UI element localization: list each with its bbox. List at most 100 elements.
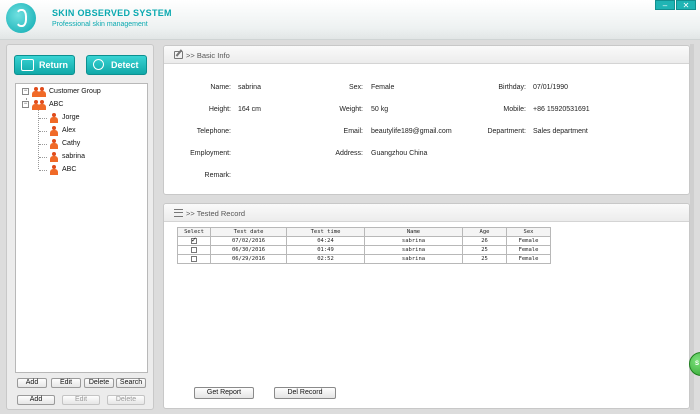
row-checkbox[interactable] <box>191 246 197 253</box>
customer-tree[interactable]: − Customer Group − ABC Jorge Alex Cathy … <box>15 83 148 373</box>
test-date-cell: 06/30/2016 <box>210 245 287 255</box>
test-time-cell: 01:49 <box>286 245 365 255</box>
person-icon <box>50 139 58 149</box>
side-tool-label: S <box>695 361 700 367</box>
mobile-label: Mobile: <box>503 106 526 113</box>
column-header-test-time[interactable]: Test time <box>286 227 365 237</box>
weight-label: Weight: <box>339 106 363 113</box>
height-value: 164 cm <box>238 106 261 113</box>
age-cell: 25 <box>462 245 507 255</box>
select-cell[interactable] <box>177 245 211 255</box>
basic-info-title: >> Basic Info <box>186 51 230 60</box>
department-value: Sales department <box>533 128 588 135</box>
mobile-value: +86 15920531691 <box>533 106 590 113</box>
tree-node-member[interactable]: Alex <box>50 125 140 137</box>
tree-node-label: Customer Group <box>49 88 101 95</box>
collapse-icon[interactable]: − <box>22 88 29 95</box>
tested-record-table: Select Test date Test time Name Age Sex … <box>177 227 551 264</box>
tree-node-label: Jorge <box>62 114 80 121</box>
sex-cell: Female <box>506 245 551 255</box>
email-label: Email: <box>343 128 363 135</box>
app-logo-icon <box>6 3 36 33</box>
select-cell[interactable] <box>177 254 211 264</box>
address-value: Guangzhou China <box>371 150 428 157</box>
tested-record-title: >> Tested Record <box>186 209 246 218</box>
return-button-label: Return <box>39 60 68 70</box>
title-bar: SKIN OBSERVED SYSTEM Professional skin m… <box>0 0 700 40</box>
tree-node-member[interactable]: Cathy <box>50 138 140 150</box>
column-header-sex[interactable]: Sex <box>506 227 551 237</box>
address-label: Address: <box>335 150 363 157</box>
list-icon <box>174 209 183 217</box>
tree-node-label: Alex <box>62 127 76 134</box>
tree-node-customer-group[interactable]: − Customer Group <box>22 86 142 98</box>
app-subtitle: Professional skin management <box>52 21 148 28</box>
add-group-button[interactable]: Add <box>17 378 47 388</box>
table-row[interactable]: 06/29/2016 02:52 sabrina 25 Female <box>177 254 551 264</box>
sex-cell: Female <box>506 254 551 264</box>
delete-customer-button[interactable]: Delete <box>107 395 145 405</box>
column-header-age[interactable]: Age <box>462 227 507 237</box>
test-date-cell: 06/29/2016 <box>210 254 287 264</box>
return-button[interactable]: Return <box>14 55 75 75</box>
table-row[interactable]: 07/02/2016 04:24 sabrina 26 Female <box>177 236 551 246</box>
close-button[interactable]: ✕ <box>676 0 696 10</box>
group-icon <box>32 100 46 110</box>
name-value: sabrina <box>238 84 261 91</box>
test-time-cell: 02:52 <box>286 254 365 264</box>
tested-record-header: >> Tested Record <box>164 204 689 222</box>
email-value: beautylife189@gmail.com <box>371 128 452 135</box>
name-label: Name: <box>210 84 231 91</box>
name-cell: sabrina <box>364 245 463 255</box>
collapse-icon[interactable]: − <box>22 101 29 108</box>
column-header-name[interactable]: Name <box>364 227 463 237</box>
age-cell: 26 <box>462 236 507 246</box>
person-icon <box>50 113 58 123</box>
column-header-test-date[interactable]: Test date <box>210 227 287 237</box>
name-cell: sabrina <box>364 236 463 246</box>
name-cell: sabrina <box>364 254 463 264</box>
basic-info-panel: >> Basic Info <box>163 45 690 195</box>
customer-sidebar: Return Detect − Customer Group − ABC Jor… <box>6 44 154 410</box>
person-icon <box>50 152 58 162</box>
row-checkbox[interactable] <box>191 236 197 244</box>
detect-button[interactable]: Detect <box>86 55 147 75</box>
tree-node-label: ABC <box>62 166 77 173</box>
delete-group-button[interactable]: Delete <box>84 378 114 388</box>
add-customer-button[interactable]: Add <box>17 395 55 405</box>
table-header-row: Select Test date Test time Name Age Sex <box>177 227 551 237</box>
telephone-label: Telephone: <box>196 128 231 135</box>
detect-button-label: Detect <box>111 60 139 70</box>
group-icon <box>32 87 46 97</box>
sex-label: Sex: <box>348 84 363 91</box>
return-icon <box>21 59 34 71</box>
minimize-button[interactable]: – <box>655 0 675 10</box>
tree-node-member[interactable]: Jorge <box>50 112 140 124</box>
tree-node-member[interactable]: sabrina <box>50 151 140 163</box>
basic-info-header: >> Basic Info <box>164 46 689 64</box>
get-report-button[interactable]: Get Report <box>194 387 254 399</box>
row-checkbox[interactable] <box>191 255 197 262</box>
tree-node-label: Cathy <box>62 140 81 147</box>
sex-cell: Female <box>506 236 551 246</box>
age-cell: 25 <box>462 254 507 264</box>
edit-customer-button[interactable]: Edit <box>62 395 100 405</box>
select-cell[interactable] <box>177 236 211 246</box>
tree-node-member[interactable]: ABC <box>50 164 140 176</box>
birthday-value: 07/01/1990 <box>533 84 569 91</box>
birthday-label: Birthday: <box>498 84 526 91</box>
height-label: Height: <box>208 106 231 113</box>
magnifier-icon <box>93 59 104 70</box>
app-title: SKIN OBSERVED SYSTEM <box>52 8 172 18</box>
tree-connector <box>38 106 39 169</box>
department-label: Department: <box>487 128 526 135</box>
del-record-button[interactable]: Del Record <box>274 387 336 399</box>
test-date-cell: 07/02/2016 <box>210 236 287 246</box>
edit-group-button[interactable]: Edit <box>51 378 81 388</box>
search-button[interactable]: Search <box>116 378 146 388</box>
tree-node-abc-group[interactable]: − ABC <box>22 99 142 111</box>
person-icon <box>50 126 58 136</box>
employment-label: Employment: <box>190 150 231 157</box>
remark-label: Remark: <box>204 172 231 179</box>
table-row[interactable]: 06/30/2016 01:49 sabrina 25 Female <box>177 245 551 255</box>
